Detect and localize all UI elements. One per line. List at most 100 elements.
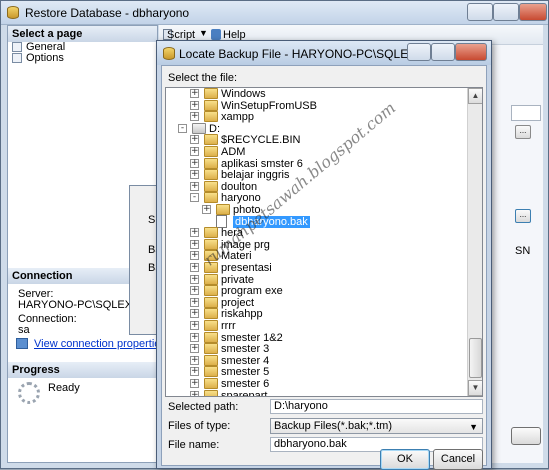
tree-item[interactable]: + ADM bbox=[166, 146, 466, 158]
chevron-down-icon: ▼ bbox=[469, 422, 478, 432]
cancel-button[interactable]: Cancel bbox=[433, 449, 483, 470]
folder-icon bbox=[204, 169, 218, 181]
folder-icon bbox=[204, 88, 218, 99]
tree-item[interactable]: + private bbox=[166, 273, 466, 286]
expand-icon[interactable]: + bbox=[190, 321, 199, 330]
tree-item[interactable]: + image prg bbox=[166, 238, 466, 251]
dialog-close-button[interactable] bbox=[455, 43, 487, 61]
expand-icon[interactable]: + bbox=[190, 228, 199, 238]
expand-icon[interactable]: + bbox=[190, 286, 199, 296]
tree-item[interactable]: + smester 3 bbox=[166, 343, 466, 355]
tree-item-label: haryono bbox=[221, 192, 261, 205]
scroll-up-icon[interactable]: ▲ bbox=[468, 88, 482, 104]
outer-cancel-button-fragment[interactable] bbox=[511, 427, 541, 445]
expand-icon[interactable]: + bbox=[190, 355, 199, 365]
locate-backup-file-dialog: Locate Backup File - HARYONO-PC\SQLEXPRE… bbox=[156, 40, 492, 470]
expand-icon[interactable]: + bbox=[190, 181, 199, 191]
tree-item-label: photo bbox=[233, 204, 261, 216]
selected-path-field[interactable]: D:\haryono bbox=[270, 399, 483, 414]
view-connection-properties-link[interactable]: View connection properties bbox=[34, 338, 158, 350]
dialog-body: Select the file: + Windows + WinSetupFromUS… bbox=[161, 65, 487, 470]
tree-item[interactable]: + Materi bbox=[166, 250, 466, 262]
dialog-minimize-button[interactable] bbox=[407, 43, 431, 61]
tree-item[interactable]: + Windows bbox=[166, 88, 466, 100]
expand-icon[interactable]: + bbox=[190, 112, 199, 122]
expand-icon[interactable]: + bbox=[190, 332, 199, 342]
minimize-button[interactable] bbox=[467, 3, 493, 21]
window-title-bar[interactable]: Restore Database - dbharyono bbox=[1, 1, 548, 25]
connection-value: sa bbox=[18, 324, 30, 336]
folder-icon bbox=[204, 238, 218, 250]
collapse-icon[interactable]: - bbox=[190, 193, 199, 203]
scroll-thumb[interactable] bbox=[469, 338, 482, 378]
folder-icon bbox=[204, 389, 218, 396]
expand-icon[interactable]: + bbox=[190, 239, 199, 249]
tree-item[interactable]: + rrrr bbox=[166, 320, 466, 332]
tree-item[interactable]: + smester 6 bbox=[166, 378, 466, 390]
expand-icon[interactable]: + bbox=[190, 89, 199, 98]
expand-icon[interactable]: + bbox=[190, 251, 199, 261]
selected-path-label: Selected path: bbox=[168, 401, 239, 413]
expand-icon[interactable]: + bbox=[190, 170, 199, 180]
tree-item[interactable]: + WinSetupFromUSB bbox=[166, 99, 466, 112]
expand-icon[interactable]: + bbox=[190, 135, 199, 145]
expand-icon[interactable]: + bbox=[190, 297, 199, 307]
tree-item[interactable]: + sparepart bbox=[166, 389, 466, 396]
drive-icon bbox=[192, 122, 206, 134]
expand-icon[interactable]: + bbox=[190, 263, 199, 272]
folder-icon bbox=[204, 273, 218, 285]
tree-item[interactable]: - D: bbox=[166, 122, 466, 135]
tree-item[interactable]: + $RECYCLE.BIN bbox=[166, 134, 466, 146]
tree-item[interactable]: + xampp bbox=[166, 111, 466, 123]
tree-item[interactable]: + belajar inggris bbox=[166, 169, 466, 181]
ok-button[interactable]: OK bbox=[380, 449, 430, 470]
expand-icon[interactable]: + bbox=[190, 158, 199, 168]
folder-icon bbox=[204, 250, 218, 262]
files-of-type-label: Files of type: bbox=[168, 420, 231, 432]
scroll-down-icon[interactable]: ▼ bbox=[468, 380, 482, 396]
page-item-label: Options bbox=[26, 52, 64, 64]
tree-item[interactable]: + smester 5 bbox=[166, 366, 466, 378]
expand-icon[interactable]: + bbox=[202, 205, 211, 214]
browse-button-fragment[interactable]: ... bbox=[515, 125, 531, 139]
tree-item[interactable]: + presentasi bbox=[166, 262, 466, 274]
expand-icon[interactable]: + bbox=[190, 147, 199, 156]
browse-button-fragment-2[interactable]: ... bbox=[515, 209, 531, 223]
tree-item[interactable]: + photo bbox=[166, 204, 466, 216]
tree-item[interactable]: + smester 1&2 bbox=[166, 331, 466, 344]
files-of-type-value: Backup Files(*.bak;*.tm) bbox=[274, 420, 392, 432]
tree-item[interactable]: + project bbox=[166, 296, 466, 309]
expand-icon[interactable]: + bbox=[190, 274, 199, 284]
tree-item[interactable]: + aplikasi smster 6 bbox=[166, 157, 466, 170]
collapse-icon[interactable]: - bbox=[178, 123, 187, 133]
tree-item[interactable]: + hera bbox=[166, 227, 466, 239]
tree-item[interactable]: - haryono bbox=[166, 192, 466, 204]
expand-icon[interactable]: + bbox=[190, 367, 199, 377]
folder-icon bbox=[216, 204, 230, 215]
destination-combo-fragment[interactable] bbox=[511, 105, 541, 121]
close-button[interactable] bbox=[519, 3, 547, 21]
vertical-scrollbar[interactable]: ▲ ▼ bbox=[467, 88, 482, 396]
tree-item[interactable]: + riskahpp bbox=[166, 308, 466, 320]
files-of-type-select[interactable]: Backup Files(*.bak;*.tm) ▼ bbox=[270, 418, 483, 434]
tree-item-label: dbharyono.bak bbox=[233, 215, 310, 228]
expand-icon[interactable]: + bbox=[190, 309, 199, 319]
tree-item-label: rrrr bbox=[221, 320, 236, 332]
database-icon bbox=[7, 6, 19, 19]
tree-item-label: program exe bbox=[221, 285, 283, 298]
expand-icon[interactable]: + bbox=[190, 100, 199, 110]
help-icon bbox=[211, 29, 221, 40]
expand-icon[interactable]: + bbox=[190, 379, 199, 388]
tree-item[interactable]: + doulton bbox=[166, 180, 466, 193]
tree-item[interactable]: + program exe bbox=[166, 285, 466, 297]
chevron-down-icon[interactable]: ▼ bbox=[199, 28, 208, 38]
maximize-button[interactable] bbox=[493, 3, 519, 21]
expand-icon[interactable]: + bbox=[190, 344, 199, 354]
tree-item[interactable]: + smester 4 bbox=[166, 354, 466, 367]
dialog-maximize-button[interactable] bbox=[431, 43, 455, 61]
dialog-title-bar[interactable]: Locate Backup File - HARYONO-PC\SQLEXPRE… bbox=[157, 41, 491, 65]
database-icon bbox=[163, 47, 175, 60]
expand-icon[interactable]: + bbox=[190, 390, 199, 396]
tree-item[interactable]: dbharyono.bak bbox=[166, 214, 466, 228]
file-tree[interactable]: + Windows + WinSetupFromUSB + xampp - D: + $RECYC… bbox=[165, 87, 483, 397]
